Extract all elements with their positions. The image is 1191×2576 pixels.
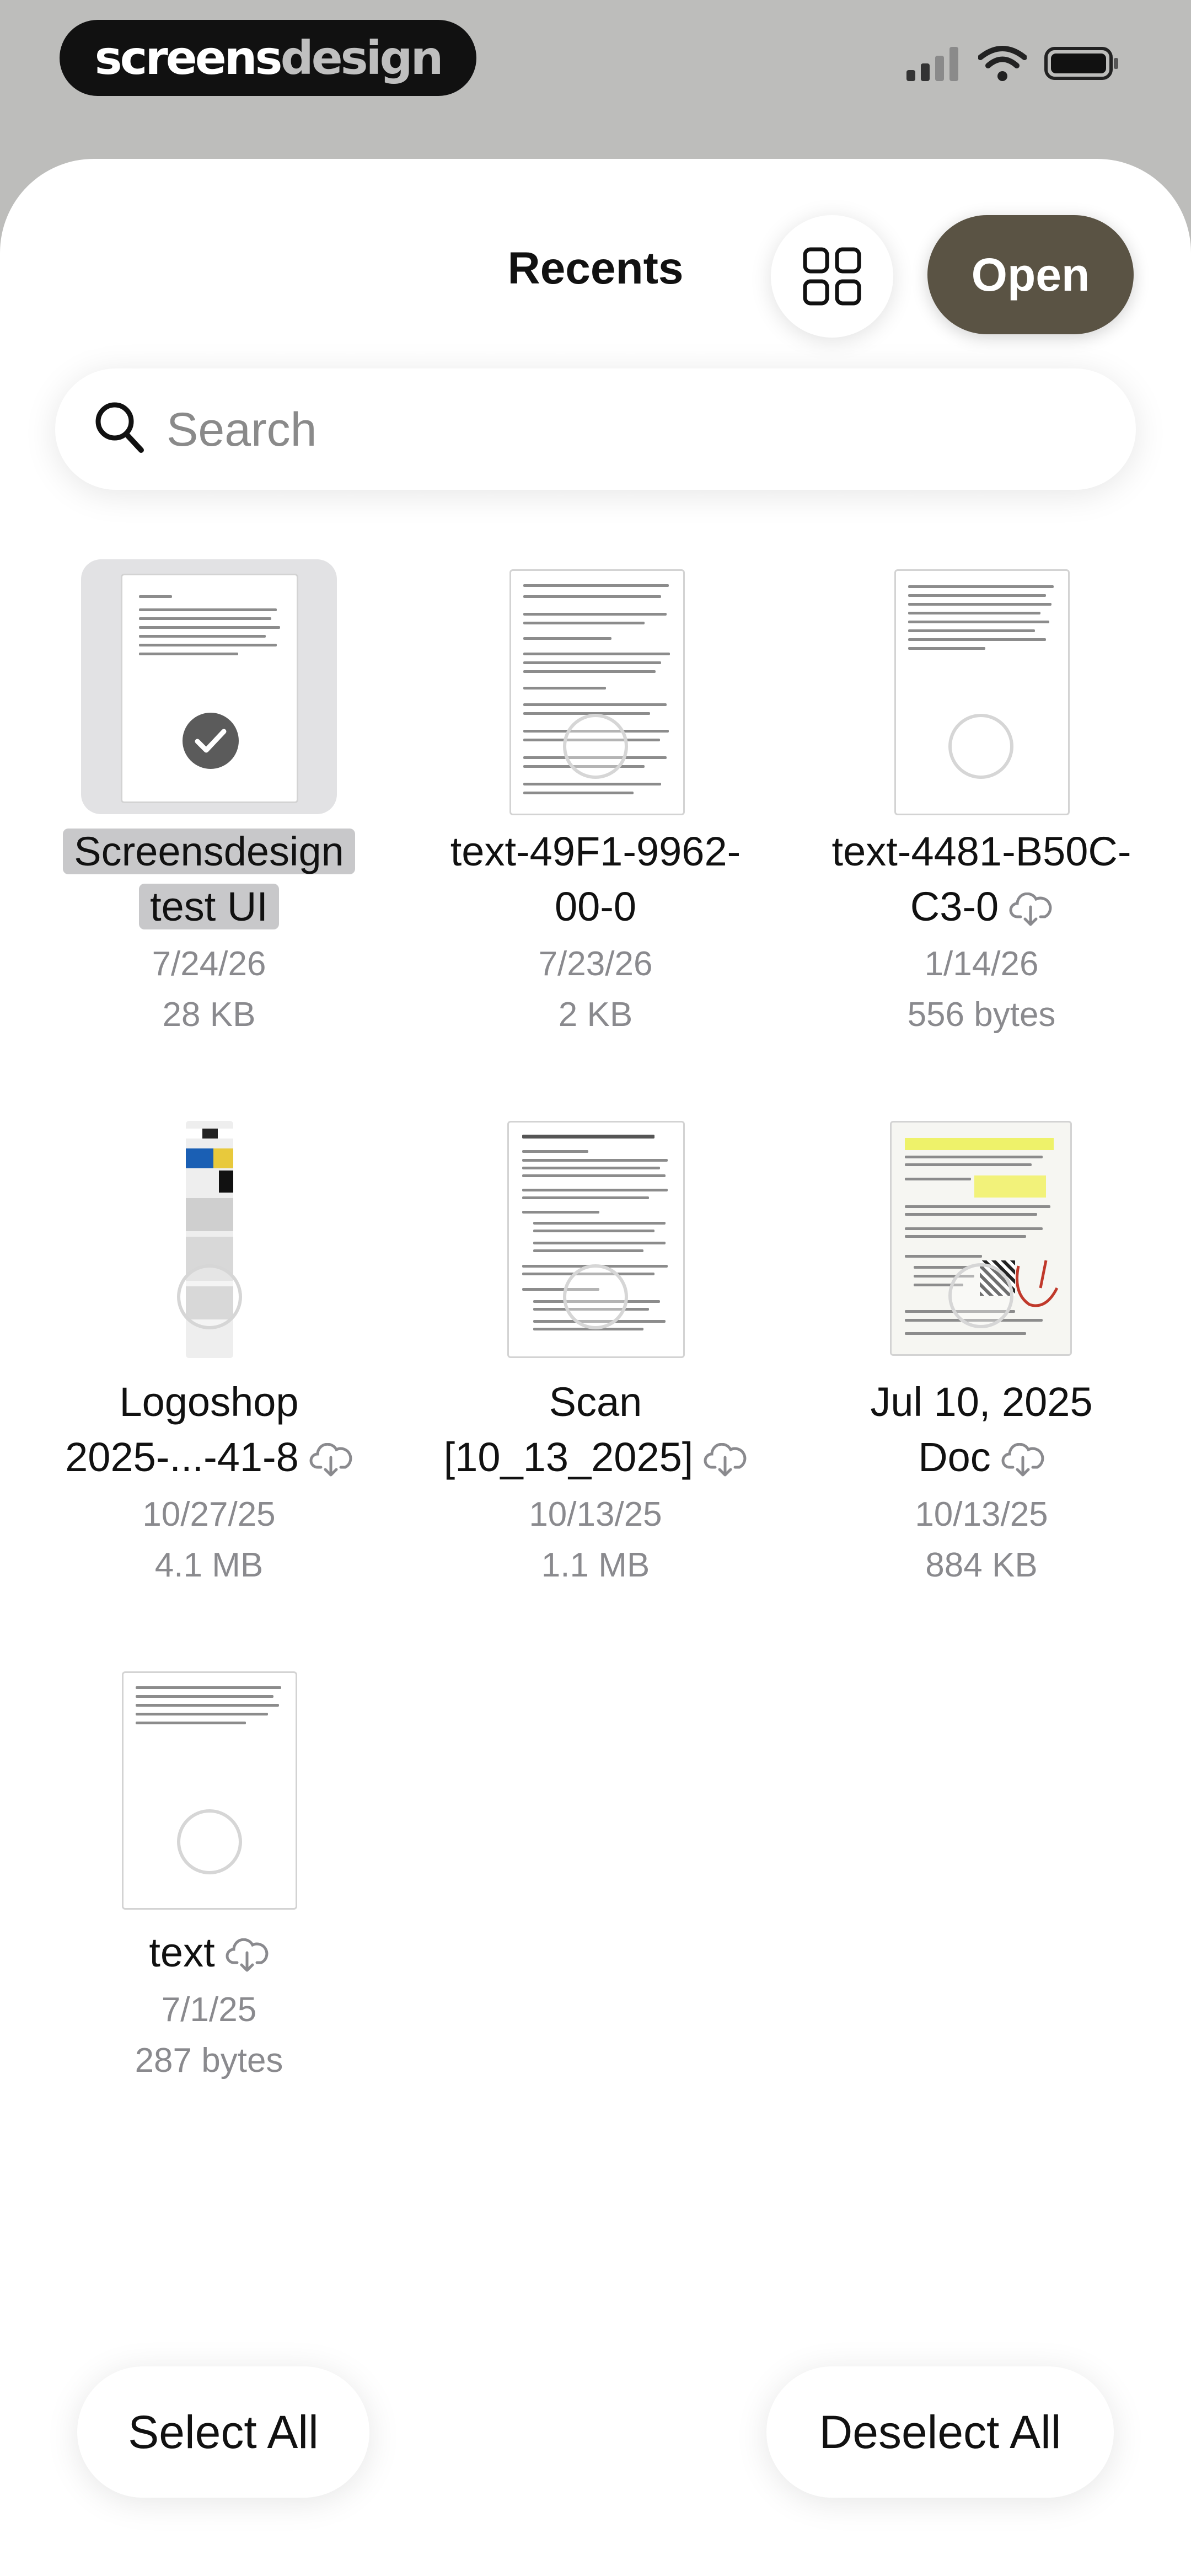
file-name-line: Logoshop <box>119 1379 299 1425</box>
file-size: 287 bytes <box>135 2041 283 2080</box>
status-bar: screens design <box>0 0 1191 138</box>
selection-checkbox[interactable] <box>563 1264 628 1329</box>
icloud-download-icon <box>704 1443 747 1477</box>
search-icon <box>95 402 144 453</box>
file-name-line: Jul 10, 2025 <box>870 1379 1093 1425</box>
file-name: Logoshop 2025-...-41-8 <box>33 1375 385 1485</box>
file-name-line: text-49F1-9962- <box>450 829 741 874</box>
file-date: 7/1/25 <box>161 1991 257 2029</box>
deselect-all-button[interactable]: Deselect All <box>766 2366 1114 2498</box>
select-all-button[interactable]: Select All <box>77 2366 369 2498</box>
wifi-icon <box>978 46 1027 81</box>
file-name-line: 2025-...-41-8 <box>65 1434 299 1480</box>
brand-logo: screens design <box>60 20 476 96</box>
file-date: 10/13/25 <box>529 1495 662 1533</box>
file-name: Jul 10, 2025 Doc <box>805 1375 1158 1485</box>
file-item[interactable]: Scan [10_13_2025] 10/13/25 1.1 MB <box>419 1110 772 1584</box>
file-item[interactable]: Jul 10, 2025 Doc 10/13/25 884 KB <box>805 1110 1158 1584</box>
file-item[interactable]: text-4481-B50C- C3-0 1/14/26 556 bytes <box>805 559 1158 1034</box>
file-item[interactable]: text 7/1/25 287 bytes <box>33 1660 385 2091</box>
icloud-download-icon <box>226 1938 268 1972</box>
page-title: Recents <box>507 243 684 293</box>
checkmark-icon <box>195 729 227 753</box>
brand-logo-text-light: design <box>280 31 444 85</box>
file-name-line: C3-0 <box>910 884 999 929</box>
file-size: 4.1 MB <box>154 1546 264 1584</box>
view-mode-button[interactable] <box>771 215 893 338</box>
file-date: 10/13/25 <box>915 1495 1048 1533</box>
file-name: text-4481-B50C- C3-0 <box>805 824 1158 934</box>
file-date: 10/27/25 <box>142 1495 276 1533</box>
file-date: 7/24/26 <box>152 945 266 983</box>
selection-checkbox[interactable] <box>177 1264 242 1329</box>
search-bar[interactable] <box>55 368 1136 490</box>
icloud-download-icon <box>1001 1443 1044 1477</box>
selection-checkbox[interactable] <box>948 1263 1013 1328</box>
file-date: 7/23/26 <box>538 945 653 983</box>
file-name-line: Doc <box>918 1434 991 1480</box>
brand-logo-text: screens <box>94 31 283 85</box>
file-size: 28 KB <box>162 996 256 1034</box>
search-input[interactable] <box>165 391 1050 469</box>
selection-checkbox[interactable] <box>563 714 628 779</box>
file-name-line: 00-0 <box>554 884 637 929</box>
selection-checkbox[interactable] <box>178 708 243 773</box>
file-name-line: Screensdesign <box>63 829 355 874</box>
file-item[interactable]: Logoshop 2025-...-41-8 10/27/25 4.1 MB <box>33 1110 385 1584</box>
file-item[interactable]: text-49F1-9962- 00-0 7/23/26 2 KB <box>419 559 772 1034</box>
file-name-line: test UI <box>139 884 279 929</box>
selection-checkbox[interactable] <box>177 1809 242 1874</box>
battery-icon <box>1044 47 1118 80</box>
cellular-signal-icon <box>906 47 958 81</box>
selection-checkbox[interactable] <box>948 714 1013 779</box>
file-name: text-49F1-9962- 00-0 <box>419 824 772 934</box>
file-name-line: text <box>149 1930 215 1975</box>
file-size: 884 KB <box>925 1546 1038 1584</box>
file-date: 1/14/26 <box>924 945 1039 983</box>
file-name-line: Scan <box>549 1379 642 1425</box>
file-item[interactable]: Screensdesign test UI 7/24/26 28 KB <box>33 559 385 1034</box>
status-icons <box>905 44 1119 83</box>
file-name-line: text-4481-B50C- <box>831 829 1131 874</box>
file-name: Scan [10_13_2025] <box>419 1375 772 1485</box>
icloud-download-icon <box>1009 892 1052 926</box>
open-button[interactable]: Open <box>927 215 1134 334</box>
grid-icon <box>803 247 861 306</box>
icloud-download-icon <box>309 1443 352 1477</box>
file-name: text <box>33 1925 385 1980</box>
file-size: 2 KB <box>558 996 633 1034</box>
file-size: 556 bytes <box>907 996 1056 1034</box>
file-size: 1.1 MB <box>541 1546 650 1584</box>
file-name: Screensdesign test UI <box>33 824 385 934</box>
file-name-line: [10_13_2025] <box>443 1434 694 1480</box>
